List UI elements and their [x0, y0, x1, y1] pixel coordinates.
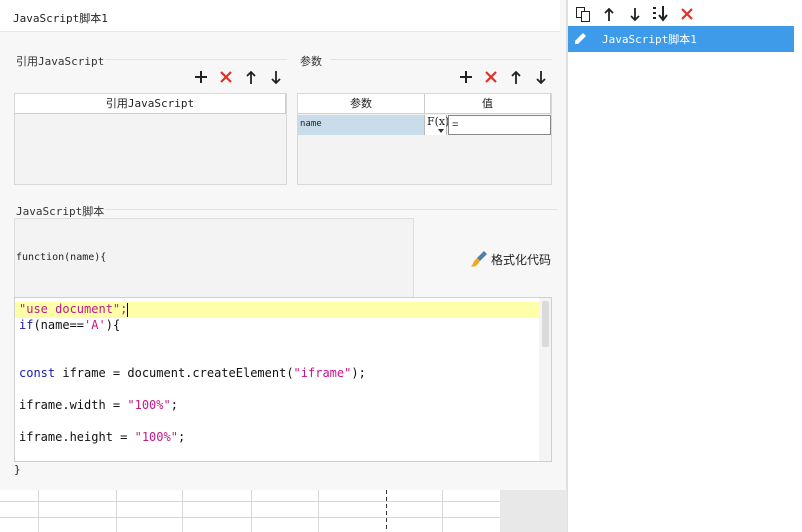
param-value-field[interactable]: = — [448, 115, 551, 135]
move-bottom-icon — [653, 6, 668, 22]
params-row: name F(x) = — [298, 115, 551, 135]
script-list-item-label: JavaScript脚本1 — [602, 33, 697, 46]
delete-script-button[interactable] — [678, 5, 696, 23]
move-down-icon — [630, 7, 640, 21]
code-line: "use document"; — [19, 302, 129, 317]
window-title: JavaScript脚本1 — [13, 12, 108, 25]
script-list-item[interactable]: JavaScript脚本1 — [568, 26, 794, 52]
grid-lines — [0, 490, 500, 532]
format-code-button[interactable]: 格式化代码 — [470, 249, 551, 269]
references-divider — [105, 59, 287, 60]
params-column-value: 值 — [425, 94, 551, 114]
code-line: iframe.height = "100%"; — [19, 430, 186, 444]
function-signature-box: function(name){ — [14, 218, 414, 298]
add-icon — [460, 71, 472, 83]
move-to-bottom-script-button[interactable] — [652, 5, 670, 23]
move-up-reference-button[interactable] — [242, 68, 260, 86]
fx-button[interactable]: F(x) — [425, 115, 450, 135]
spreadsheet-scroll-area — [500, 490, 567, 532]
move-up-script-button[interactable] — [600, 5, 618, 23]
move-down-icon — [271, 70, 281, 84]
code-line: const iframe = document.createElement("i… — [19, 366, 366, 380]
params-table: 参数 值 name F(x) = — [297, 93, 552, 185]
move-down-script-button[interactable] — [626, 5, 644, 23]
editor-scrollbar[interactable] — [539, 298, 551, 461]
references-column-header: 引用JavaScript — [15, 94, 286, 114]
pencil-icon — [575, 33, 586, 44]
params-table-header: 参数 值 — [298, 94, 551, 114]
title-bar: JavaScript脚本1 — [0, 0, 560, 32]
copy-icon — [576, 7, 590, 22]
editor-scrollbar-thumb[interactable] — [542, 301, 549, 347]
fx-icon: F(x) — [427, 115, 450, 128]
code-line: if(name=='A'){ — [19, 318, 121, 332]
params-column-name: 参数 — [298, 94, 425, 114]
move-up-icon — [511, 70, 521, 84]
references-table-header: 引用JavaScript — [15, 94, 286, 114]
delete-param-button[interactable] — [482, 68, 500, 86]
add-reference-button[interactable] — [192, 68, 210, 86]
chevron-down-icon — [438, 129, 444, 133]
references-section-title: 引用JavaScript — [16, 55, 105, 68]
param-value: = — [452, 119, 459, 131]
move-up-param-button[interactable] — [507, 68, 525, 86]
delete-icon — [220, 71, 232, 83]
script-divider — [105, 209, 557, 210]
move-up-icon — [604, 7, 614, 21]
move-down-icon — [536, 70, 546, 84]
edit-script-button[interactable] — [568, 26, 592, 52]
code-editor[interactable]: "use document"; if(name=='A'){ const ifr… — [14, 297, 552, 462]
move-up-icon — [246, 70, 256, 84]
move-down-param-button[interactable] — [532, 68, 550, 86]
script-section-title: JavaScript脚本 — [16, 205, 105, 218]
brush-icon — [471, 251, 487, 267]
text-cursor — [127, 302, 129, 317]
references-table: 引用JavaScript — [14, 93, 287, 185]
script-editor-panel: JavaScript脚本1 引用JavaScript 引用JavaScript … — [0, 0, 567, 490]
params-section-title: 参数 — [300, 56, 322, 68]
copy-script-button[interactable] — [574, 5, 592, 23]
code-line: iframe.width = "100%"; — [19, 398, 178, 412]
delete-reference-button[interactable] — [217, 68, 235, 86]
function-signature: function(name){ — [16, 252, 107, 263]
move-down-reference-button[interactable] — [267, 68, 285, 86]
add-param-button[interactable] — [457, 68, 475, 86]
param-name: name — [300, 119, 322, 129]
add-icon — [195, 71, 207, 83]
format-code-label: 格式化代码 — [491, 252, 552, 267]
script-list-panel: JavaScript脚本1 — [567, 0, 802, 532]
closing-brace: } — [14, 463, 21, 476]
params-divider — [330, 59, 552, 60]
script-list-toolbar — [568, 0, 802, 26]
spreadsheet-grid-background — [0, 490, 567, 532]
delete-icon — [485, 71, 497, 83]
param-name-cell[interactable]: name — [298, 115, 425, 135]
delete-icon — [681, 8, 693, 20]
